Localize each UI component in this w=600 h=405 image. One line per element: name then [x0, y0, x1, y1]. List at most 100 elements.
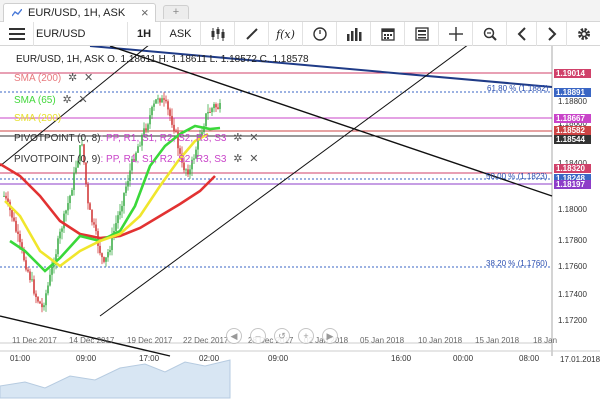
add-tab-button[interactable]: + [163, 5, 189, 19]
legend-settings-icon[interactable]: ✲ [233, 152, 242, 165]
candle-body [149, 115, 151, 125]
candle-body [159, 98, 161, 103]
candle-body [27, 269, 29, 272]
legend-sma-65[interactable]: SMA (65) ✲ ✕ [14, 93, 88, 106]
price-box: 1.18544 [554, 135, 591, 144]
chart-tab[interactable]: EUR/USD, 1H, ASK × [3, 3, 156, 22]
candle-body [155, 99, 157, 104]
nav-reset-button[interactable]: ↺ [274, 328, 290, 344]
timeframe-label: 1H [136, 28, 152, 40]
legend-settings-icon[interactable]: ✲ [233, 131, 242, 144]
legend-remove-icon[interactable]: ✕ [78, 93, 87, 106]
candle-body [69, 195, 71, 204]
candle-body [59, 231, 61, 239]
price-box: 1.18320 [554, 164, 591, 173]
tab-close-button[interactable]: × [141, 5, 149, 20]
nav-forward-button[interactable]: ▶ [322, 328, 338, 344]
time-tick: 09:00 [76, 354, 97, 363]
candle-body [117, 215, 119, 224]
candle-body [25, 260, 27, 270]
legend-settings-icon[interactable]: ✲ [68, 71, 77, 84]
candle-body [171, 115, 173, 125]
legend-pivotpoint-1[interactable]: PIVOTPOINT (0, 8): PP, R1, S1, R2, S2, R… [14, 131, 259, 144]
price-box: 1.18197 [554, 180, 591, 189]
nav-back-button[interactable]: ◀ [226, 328, 242, 344]
candle-body [187, 169, 189, 175]
candle-body [57, 238, 59, 255]
y-tick: 1.17600 [558, 262, 587, 271]
candle-body [139, 145, 141, 147]
menu-icon [8, 28, 25, 40]
legend-remove-icon[interactable]: ✕ [249, 131, 258, 144]
navigator-date: 17.01.2018 [560, 355, 600, 364]
x-tick: 19 Dec 2017 [127, 336, 173, 345]
candle-body [37, 297, 39, 302]
legend-label: SMA (200) [14, 113, 62, 124]
price-type-button[interactable]: ASK [161, 22, 201, 46]
candle-body [211, 108, 213, 113]
tab-bar: EUR/USD, 1H, ASK × + [0, 0, 600, 22]
candle-body [121, 205, 123, 212]
candle-body [63, 213, 65, 229]
menu-button[interactable] [0, 22, 34, 46]
fib-38-label: 38.20 % (1.1760) [486, 259, 548, 268]
y-tick: 1.17800 [558, 236, 587, 245]
candle-type-button[interactable] [201, 22, 235, 46]
zoom-icon [483, 27, 497, 41]
legend-remove-icon[interactable]: ✕ [249, 152, 258, 165]
zoom-button[interactable] [473, 22, 507, 46]
bar-chart-button[interactable] [337, 22, 371, 46]
legend-pivotpoint-2[interactable]: PIVOTPOINT (0, 9): PP, R1, S1, R2, S2, R… [14, 152, 259, 165]
symbol-input[interactable] [36, 25, 126, 43]
legend-label: PIVOTPOINT (0, 8) [14, 133, 101, 144]
draw-line-button[interactable] [235, 22, 269, 46]
candle-body [119, 211, 121, 216]
chart-area[interactable]: EUR/USD, 1H, ASK O. 1.18611 H. 1.18611 L… [0, 46, 600, 405]
clock-button[interactable] [303, 22, 337, 46]
scroll-right-button[interactable] [537, 22, 567, 46]
candle-body [205, 113, 207, 127]
legend-settings-icon[interactable]: ✲ [62, 93, 71, 106]
scroll-left-icon [517, 27, 526, 41]
calendar-button[interactable] [371, 22, 405, 46]
time-tick: 02:00 [199, 354, 220, 363]
candle-body [11, 210, 13, 218]
candle-body [95, 224, 97, 232]
candle-body [19, 234, 21, 243]
scroll-right-icon [547, 27, 556, 41]
settings-button[interactable] [567, 22, 600, 46]
price-chart[interactable] [0, 46, 600, 405]
candle-body [13, 217, 15, 221]
legend-sma-200[interactable]: SMA (200) ✲ ✕ [14, 71, 93, 84]
scroll-left-button[interactable] [507, 22, 537, 46]
candle-body [123, 192, 125, 206]
candle-body [31, 279, 33, 281]
crosshair-button[interactable] [439, 22, 473, 46]
candle-body [91, 209, 93, 223]
timeframe-button[interactable]: 1H [127, 22, 161, 46]
candle-body [17, 231, 19, 235]
candle-body [165, 99, 167, 102]
candle-body [47, 285, 49, 294]
candle-body [43, 305, 45, 308]
nav-zoom-in-button[interactable]: + [298, 328, 314, 344]
price-box: 1.18582 [554, 126, 591, 135]
function-button[interactable]: f(x) [269, 22, 303, 46]
time-tick: 17:00 [139, 354, 160, 363]
settings-icon [577, 28, 590, 40]
legend-sma-200-yellow[interactable]: SMA (200) [14, 113, 61, 124]
legend-remove-icon[interactable]: ✕ [84, 71, 93, 84]
legend-levels: : PP, R1, S1, R2, S2, R3, S3 [100, 133, 227, 144]
x-tick: 05 Jan 2018 [360, 336, 405, 345]
candle-body [35, 293, 37, 298]
candle-body [109, 250, 111, 253]
candle-body [33, 279, 35, 294]
legend-label: SMA (200) [14, 73, 62, 84]
candle-body [129, 170, 131, 182]
candle-body [103, 257, 105, 262]
price-box: 1.19014 [554, 69, 591, 78]
template-button[interactable] [405, 22, 439, 46]
nav-zoom-out-button[interactable]: – [250, 328, 266, 344]
x-tick: 15 Jan 2018 [475, 336, 520, 345]
x-tick: 18 Jan [533, 336, 558, 345]
